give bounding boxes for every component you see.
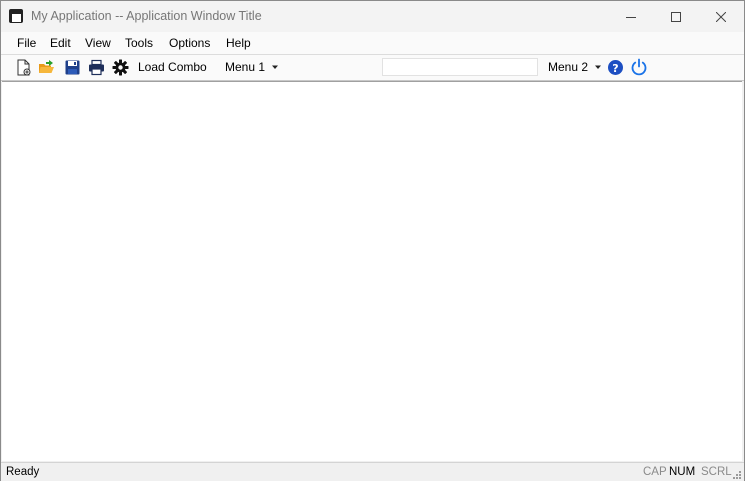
scrl-indicator: SCRL — [701, 466, 732, 478]
cap-indicator: CAP — [643, 466, 667, 478]
menu-file[interactable]: File — [17, 36, 36, 50]
minimize-button[interactable] — [608, 1, 654, 32]
status-text: Ready — [6, 466, 40, 478]
title-bar[interactable]: My Application -- Application Window Tit… — [1, 1, 744, 32]
caret-down-icon — [595, 65, 602, 69]
toolbar: Load Combo Menu 1 Menu 2 ? — [1, 55, 744, 81]
minimize-icon — [626, 16, 636, 18]
menu2-label: Menu 2 — [548, 60, 589, 74]
status-bar: Ready CAP NUM SCRL — [1, 462, 744, 481]
menu2-dropdown[interactable]: Menu 2 — [548, 60, 602, 74]
menu1-label: Menu 1 — [225, 60, 266, 74]
menu-tools[interactable]: Tools — [125, 36, 153, 50]
svg-text:?: ? — [612, 62, 618, 75]
resize-grip-icon[interactable] — [731, 469, 742, 480]
app-icon — [9, 9, 23, 23]
menu-view[interactable]: View — [85, 36, 111, 50]
maximize-button[interactable] — [653, 1, 699, 32]
num-indicator: NUM — [669, 466, 696, 478]
menu1-dropdown[interactable]: Menu 1 — [225, 60, 279, 74]
search-input[interactable] — [382, 58, 538, 76]
caret-down-icon — [272, 65, 279, 69]
maximize-icon — [671, 11, 681, 22]
help-icon[interactable]: ? — [607, 59, 624, 76]
close-button[interactable] — [698, 1, 744, 32]
menu-options[interactable]: Options — [169, 36, 210, 50]
application-window: My Application -- Application Window Tit… — [0, 0, 745, 481]
open-folder-icon[interactable] — [38, 59, 55, 76]
save-icon[interactable] — [64, 59, 81, 76]
menu-help[interactable]: Help — [226, 36, 251, 50]
close-icon — [716, 11, 726, 22]
menu-bar: File Edit View Tools Options Help — [1, 32, 744, 55]
document-area[interactable] — [2, 81, 742, 461]
new-document-icon[interactable] — [15, 59, 32, 76]
menu-edit[interactable]: Edit — [50, 36, 71, 50]
load-combo-button[interactable]: Load Combo — [138, 60, 207, 74]
print-icon[interactable] — [88, 59, 105, 76]
window-title: My Application -- Application Window Tit… — [31, 9, 262, 23]
power-icon[interactable] — [630, 58, 648, 76]
gear-icon[interactable] — [112, 59, 129, 76]
